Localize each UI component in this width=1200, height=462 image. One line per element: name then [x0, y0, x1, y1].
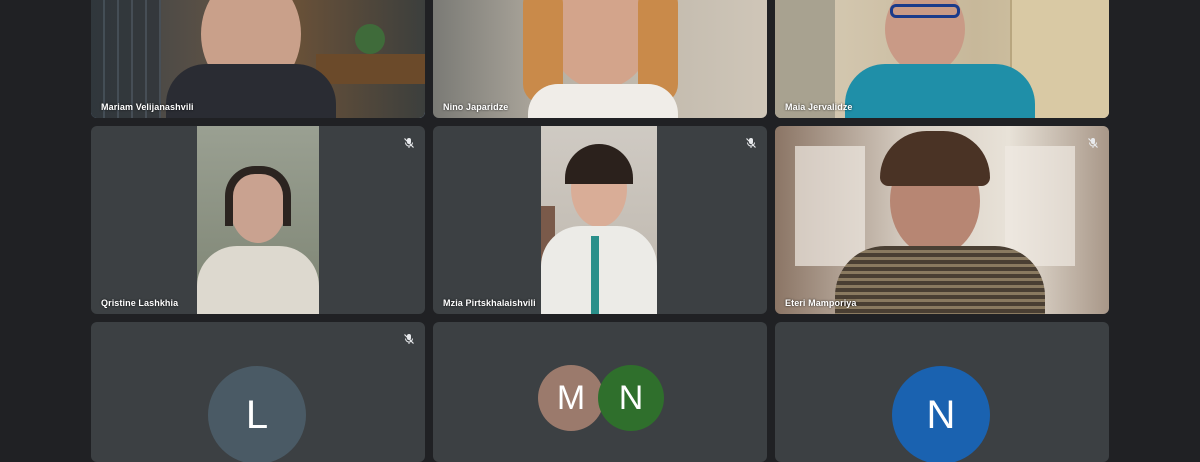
participant-tile-group[interactable]: M N — [433, 322, 767, 462]
participant-tile-mzia[interactable]: Mzia Pirtskhalaishvili — [433, 126, 767, 314]
participant-name: Mariam Velijanashvili — [101, 102, 194, 112]
avatar: N — [892, 366, 990, 462]
participant-tile-nino[interactable]: Nino Japaridze — [433, 0, 767, 118]
participant-name: Nino Japaridze — [443, 102, 509, 112]
participant-tile-eteri[interactable]: Eteri Mamporiya — [775, 126, 1109, 314]
participant-video — [775, 0, 1109, 118]
mic-off-icon — [403, 136, 415, 148]
mic-off-icon — [745, 136, 757, 148]
participant-tile-n[interactable]: N — [775, 322, 1109, 462]
mic-off-icon — [1087, 136, 1099, 148]
participant-tile-mariam[interactable]: Mariam Velijanashvili — [91, 0, 425, 118]
participant-video — [197, 126, 319, 314]
participant-name: Mzia Pirtskhalaishvili — [443, 298, 536, 308]
participant-name: Eteri Mamporiya — [785, 298, 857, 308]
participant-video — [433, 0, 767, 118]
participant-video — [91, 0, 425, 118]
participant-tile-l[interactable]: L — [91, 322, 425, 462]
participant-name: Maia Jervalidze — [785, 102, 853, 112]
avatar: M — [538, 365, 604, 431]
participant-video — [775, 126, 1109, 314]
mic-off-icon — [403, 332, 415, 344]
avatar: N — [598, 365, 664, 431]
participant-name: Qristine Lashkhia — [101, 298, 179, 308]
avatar: L — [208, 366, 306, 462]
participant-tile-qristine[interactable]: Qristine Lashkhia — [91, 126, 425, 314]
participant-tile-maia[interactable]: Maia Jervalidze — [775, 0, 1109, 118]
participant-video — [541, 126, 657, 314]
